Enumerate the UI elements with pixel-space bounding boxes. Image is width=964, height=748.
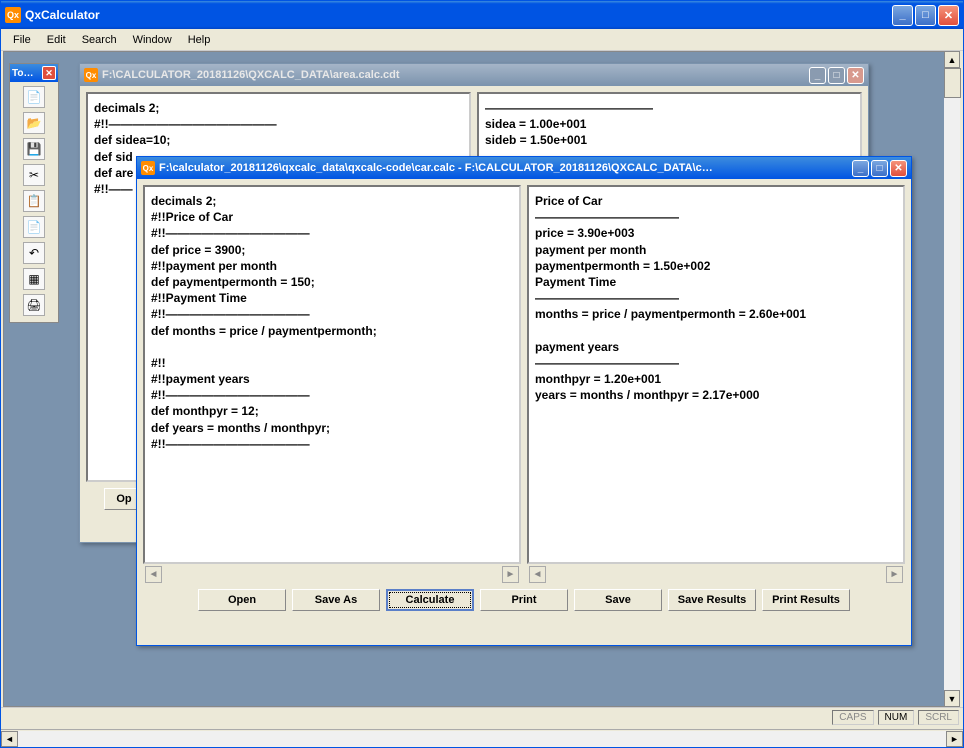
app-title: QxCalculator bbox=[25, 8, 892, 22]
tool-calc-icon[interactable]: ▦ bbox=[23, 268, 45, 290]
tool-palette[interactable]: To… ✕ 📄 📂 💾 ✂ 📋 📄 ↶ ▦ 🖨 bbox=[9, 63, 59, 323]
mdi-vscrollbar[interactable]: ▲ ▼ bbox=[944, 51, 961, 707]
child1-close[interactable]: ✕ bbox=[847, 67, 864, 84]
scroll-left-icon[interactable]: ◄ bbox=[529, 566, 546, 583]
scroll-right-icon[interactable]: ► bbox=[886, 566, 903, 583]
child2-titlebar[interactable]: Qx F:\calculator_20181126\qxcalc_data\qx… bbox=[137, 157, 911, 179]
app-icon: Qx bbox=[5, 7, 21, 23]
printresults-button[interactable]: Print Results bbox=[762, 589, 850, 611]
minimize-button[interactable]: _ bbox=[892, 5, 913, 26]
tool-paste-icon[interactable]: 📄 bbox=[23, 216, 45, 238]
tool-palette-titlebar[interactable]: To… ✕ bbox=[10, 64, 58, 82]
child2-close[interactable]: ✕ bbox=[890, 160, 907, 177]
tool-new-icon[interactable]: 📄 bbox=[23, 86, 45, 108]
status-caps: CAPS bbox=[832, 710, 873, 725]
tool-print-icon[interactable]: 🖨 bbox=[23, 294, 45, 316]
scroll-down-icon[interactable]: ▼ bbox=[944, 690, 960, 707]
main-titlebar[interactable]: Qx QxCalculator _ □ ✕ bbox=[1, 1, 963, 29]
tool-palette-close[interactable]: ✕ bbox=[42, 66, 56, 80]
scroll-left-icon[interactable]: ◄ bbox=[145, 566, 162, 583]
calculate-button[interactable]: Calculate bbox=[386, 589, 474, 611]
tool-undo-icon[interactable]: ↶ bbox=[23, 242, 45, 264]
close-button[interactable]: ✕ bbox=[938, 5, 959, 26]
doc-icon: Qx bbox=[84, 68, 98, 82]
menu-help[interactable]: Help bbox=[180, 32, 219, 48]
child1-maximize[interactable]: □ bbox=[828, 67, 845, 84]
child1-title: F:\CALCULATOR_20181126\QXCALC_DATA\area.… bbox=[102, 69, 809, 81]
menu-search[interactable]: Search bbox=[74, 32, 125, 48]
saveas-button[interactable]: Save As bbox=[292, 589, 380, 611]
child1-titlebar[interactable]: Qx F:\CALCULATOR_20181126\QXCALC_DATA\ar… bbox=[80, 64, 868, 86]
tool-palette-title: To… bbox=[12, 68, 33, 79]
menubar: File Edit Search Window Help bbox=[1, 29, 963, 51]
scroll-track[interactable] bbox=[18, 731, 946, 747]
child2-source-pane[interactable]: decimals 2; #!!Price of Car #!!—————————… bbox=[143, 185, 521, 564]
menu-window[interactable]: Window bbox=[125, 32, 180, 48]
scroll-left-icon[interactable]: ◄ bbox=[1, 731, 18, 747]
child1-minimize[interactable]: _ bbox=[809, 67, 826, 84]
child-window-car[interactable]: Qx F:\calculator_20181126\qxcalc_data\qx… bbox=[136, 156, 912, 646]
mdi-hscrollbar[interactable]: ◄ ► bbox=[1, 729, 963, 747]
statusbar: CAPS NUM SCRL bbox=[1, 707, 963, 727]
tool-cut-icon[interactable]: ✂ bbox=[23, 164, 45, 186]
scroll-right-icon[interactable]: ► bbox=[946, 731, 963, 747]
scroll-thumb[interactable] bbox=[944, 68, 961, 98]
save-button[interactable]: Save bbox=[574, 589, 662, 611]
main-window: Qx QxCalculator _ □ ✕ File Edit Search W… bbox=[0, 0, 964, 748]
status-num: NUM bbox=[878, 710, 915, 725]
child2-maximize[interactable]: □ bbox=[871, 160, 888, 177]
tool-save-icon[interactable]: 💾 bbox=[23, 138, 45, 160]
child2-result-pane[interactable]: Price of Car ———————————— price = 3.90e+… bbox=[527, 185, 905, 564]
saveresults-button[interactable]: Save Results bbox=[668, 589, 756, 611]
menu-file[interactable]: File bbox=[5, 32, 39, 48]
scroll-right-icon[interactable]: ► bbox=[502, 566, 519, 583]
tool-open-icon[interactable]: 📂 bbox=[23, 112, 45, 134]
scroll-track[interactable] bbox=[944, 98, 960, 690]
scroll-up-icon[interactable]: ▲ bbox=[944, 51, 960, 68]
open-button[interactable]: Open bbox=[198, 589, 286, 611]
menu-edit[interactable]: Edit bbox=[39, 32, 74, 48]
maximize-button[interactable]: □ bbox=[915, 5, 936, 26]
child2-minimize[interactable]: _ bbox=[852, 160, 869, 177]
status-scrl: SCRL bbox=[918, 710, 959, 725]
child2-title: F:\calculator_20181126\qxcalc_data\qxcal… bbox=[159, 162, 852, 174]
tool-copy-icon[interactable]: 📋 bbox=[23, 190, 45, 212]
print-button[interactable]: Print bbox=[480, 589, 568, 611]
doc-icon: Qx bbox=[141, 161, 155, 175]
